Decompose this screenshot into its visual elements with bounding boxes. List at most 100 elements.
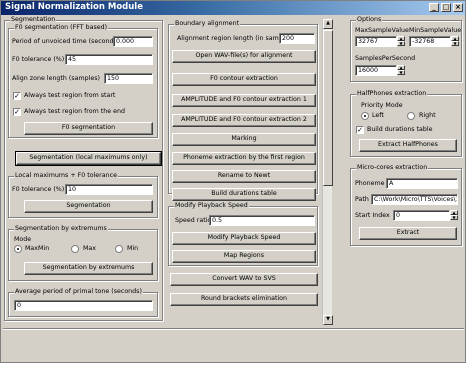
playback-speed-group: Modify Playback Speed Speed ratio 0.5 Mo… xyxy=(168,202,318,266)
rename-button[interactable]: Rename to Newt xyxy=(172,170,316,183)
alignment-region-label: Alignment region length (in samples) xyxy=(177,35,295,42)
microcores-group: Micro-cores extraction Phoneme A Path C:… xyxy=(350,164,462,246)
extremums-segmentation-button[interactable]: Segmentation by extremums xyxy=(24,262,153,275)
f0-segmentation-group: F0 segmentation (FFT based) Period of un… xyxy=(8,24,158,138)
spin-down-icon[interactable]: ▼ xyxy=(397,70,405,75)
build-durations-label: Build durations table xyxy=(367,126,433,133)
test-from-end-label: Always test region from the end xyxy=(24,108,125,115)
options-title: Options xyxy=(356,16,383,23)
f0-contour-extraction-button[interactable]: F0 contour extraction xyxy=(172,73,316,86)
max-sample-spinner[interactable]: ▲ ▼ xyxy=(397,36,405,47)
extremums-group: Segmentation by extremums Mode MaxMin Ma… xyxy=(8,225,158,281)
segmentation-group-title: Segmentation xyxy=(10,16,57,23)
start-index-label: Start Index xyxy=(355,212,390,219)
test-from-start-label: Always test region from start xyxy=(24,92,116,99)
priority-left-label: Left xyxy=(372,112,384,119)
test-from-end-checkbox[interactable]: ✓ xyxy=(13,108,21,116)
average-period-title: Average period of primal tone (seconds) xyxy=(14,288,143,295)
phoneme-extraction-button[interactable]: Phoneme extraction by the first region xyxy=(172,152,316,165)
alignment-region-input[interactable]: 200 xyxy=(279,33,315,44)
vertical-scrollbar[interactable]: ▲ ▼ xyxy=(322,19,333,325)
priority-right-radio[interactable] xyxy=(407,112,415,120)
playback-speed-title: Modify Playback Speed xyxy=(174,202,249,209)
path-input[interactable]: C:\Work\Micro\TTS\Voices\1 xyxy=(371,194,458,205)
mode-min-radio[interactable] xyxy=(115,245,123,253)
priority-mode-group: Priority Mode Left Right xyxy=(356,102,456,123)
average-period-input[interactable]: 0 xyxy=(14,300,153,311)
unvoiced-period-label: Period of unvoiced time (seconds) xyxy=(12,38,120,45)
spin-down-icon[interactable]: ▼ xyxy=(451,41,459,46)
max-sample-input[interactable]: 32767 xyxy=(355,36,397,47)
window-title: Signal Normalization Module xyxy=(5,2,143,12)
close-button[interactable]: × xyxy=(453,3,463,12)
scroll-up-icon[interactable]: ▲ xyxy=(323,19,333,29)
mode-max-label: Max xyxy=(83,245,97,252)
maximize-button[interactable]: □ xyxy=(441,3,451,12)
speed-ratio-input[interactable]: 0.5 xyxy=(209,215,315,226)
align-zone-input[interactable]: 150 xyxy=(104,73,153,84)
open-wav-alignment-button[interactable]: Open WAV-file(s) for alignment xyxy=(172,50,316,63)
priority-left-radio[interactable] xyxy=(361,112,369,120)
options-group: Options MaxSampleValue MinSampleValue 32… xyxy=(350,16,462,82)
title-bar: Signal Normalization Module _ □ × xyxy=(1,1,465,15)
extract-halfphones-button[interactable]: Extract HalfPhones xyxy=(359,139,457,152)
speed-ratio-label: Speed ratio xyxy=(175,217,212,224)
marking-button[interactable]: Marking xyxy=(172,133,316,146)
segmentation-local-max-button[interactable]: Segmentation (local maximums only) xyxy=(15,151,162,166)
local-segmentation-button[interactable]: Segmentation xyxy=(24,200,153,213)
build-durations-checkbox[interactable]: ✓ xyxy=(356,126,364,134)
phoneme-input[interactable]: A xyxy=(386,178,458,189)
microcores-title: Micro-cores extraction xyxy=(356,164,429,171)
spin-down-icon[interactable]: ▼ xyxy=(450,215,458,220)
average-period-group: Average period of primal tone (seconds) … xyxy=(8,288,158,317)
align-zone-label: Align zone length (samples) xyxy=(12,75,100,82)
boundary-alignment-group: Boundary alignment Alignment region leng… xyxy=(168,20,318,201)
start-index-spinner[interactable]: ▲ ▼ xyxy=(450,210,458,221)
extract-microcores-button[interactable]: Extract xyxy=(359,227,457,240)
phoneme-label: Phoneme xyxy=(355,180,385,187)
f0-segmentation-button[interactable]: F0 segmentation xyxy=(24,122,153,135)
spin-down-icon[interactable]: ▼ xyxy=(397,41,405,46)
mode-max-radio[interactable] xyxy=(71,245,79,253)
mode-maxmin-radio[interactable] xyxy=(14,245,22,253)
f0-tolerance-label: F0 tolerance (%) xyxy=(12,56,65,63)
mode-label: Mode xyxy=(14,236,32,243)
extremums-title: Segmentation by extremums xyxy=(14,225,108,232)
segmentation-group: Segmentation F0 segmentation (FFT based)… xyxy=(4,16,163,321)
modify-playback-speed-button[interactable]: Modify Playback Speed xyxy=(172,232,316,245)
max-sample-label: MaxSampleValue xyxy=(355,27,409,34)
f0-segmentation-title: F0 segmentation (FFT based) xyxy=(14,24,109,31)
path-label: Path xyxy=(355,196,369,203)
build-durations-button[interactable]: Build durations table xyxy=(172,188,316,201)
min-sample-label: MinSampleValue xyxy=(409,27,462,34)
local-f0-tolerance-input[interactable]: 10 xyxy=(65,184,153,195)
main-window: Signal Normalization Module _ □ × Segmen… xyxy=(0,0,466,363)
priority-right-label: Right xyxy=(419,112,436,119)
round-brackets-button[interactable]: Round brackets elimination xyxy=(170,293,318,306)
local-max-group: Local maximums + F0 tolerance F0 toleran… xyxy=(8,172,158,218)
priority-mode-label: Priority Mode xyxy=(361,102,403,109)
local-f0-tolerance-label: F0 tolerance (%) xyxy=(12,186,65,193)
mode-maxmin-label: MaxMin xyxy=(25,245,50,252)
samples-per-second-spinner[interactable]: ▲ ▼ xyxy=(397,65,405,76)
map-regions-button[interactable]: Map Regions xyxy=(172,250,316,263)
min-sample-spinner[interactable]: ▲ ▼ xyxy=(451,36,459,47)
samples-per-second-input[interactable]: 16000 xyxy=(355,65,397,76)
scroll-thumb[interactable] xyxy=(323,30,333,186)
halfphones-group: HalfPhones extraction Priority Mode Left… xyxy=(350,90,462,157)
halfphones-title: HalfPhones extraction xyxy=(356,90,428,97)
minimize-button[interactable]: _ xyxy=(429,3,439,12)
local-max-title: Local maximums + F0 tolerance xyxy=(14,172,118,179)
scroll-down-icon[interactable]: ▼ xyxy=(323,315,333,325)
min-sample-input[interactable]: -32768 xyxy=(409,36,451,47)
test-from-start-checkbox[interactable]: ✓ xyxy=(13,92,21,100)
amplitude-f0-extraction-1-button[interactable]: AMPLITUDE and F0 contour extraction 1 xyxy=(172,94,316,107)
start-index-input[interactable]: 0 xyxy=(393,210,450,221)
unvoiced-period-input[interactable]: 0.000 xyxy=(113,36,153,47)
amplitude-f0-extraction-2-button[interactable]: AMPLITUDE and F0 contour extraction 2 xyxy=(172,114,316,127)
status-area xyxy=(3,328,464,360)
f0-tolerance-input[interactable]: 45 xyxy=(65,54,153,65)
samples-per-second-label: SamplesPerSecond xyxy=(355,55,416,62)
convert-wav-button[interactable]: Convert WAV to SVS xyxy=(170,273,318,286)
mode-min-label: Min xyxy=(127,245,139,252)
